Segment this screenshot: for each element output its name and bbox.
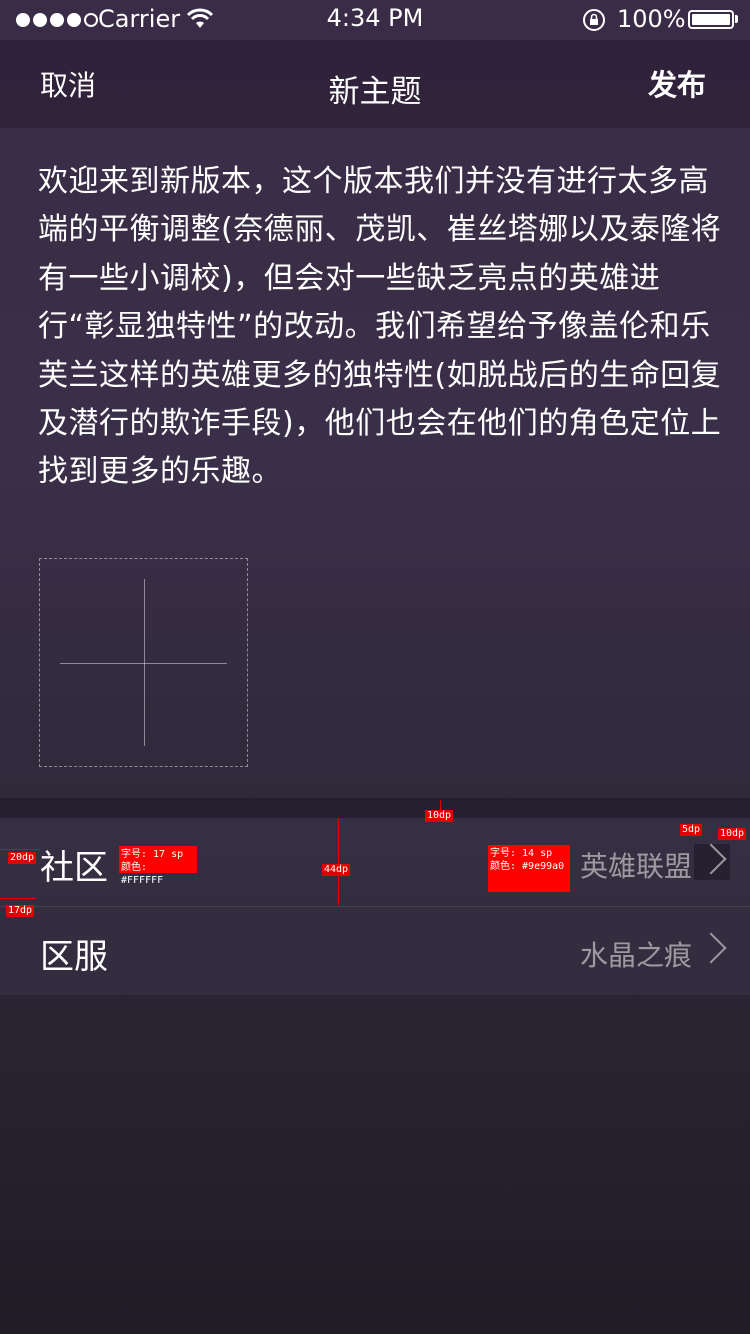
battery-icon xyxy=(688,10,734,29)
publish-button[interactable]: 发布 xyxy=(648,62,706,104)
annotation-value-color: 颜色: #9e99a0 xyxy=(490,861,565,872)
annotation-line xyxy=(0,849,40,850)
server-value: 水晶之痕 xyxy=(579,939,692,972)
annotation-label-color: 颜色: #FFFFFF xyxy=(121,862,164,886)
annotation-left-padding-bottom: 17dp xyxy=(6,905,35,917)
annotation-chevron-gap: 5dp xyxy=(680,824,703,836)
status-bar: Carrier 4:34 PM 100% xyxy=(0,0,750,40)
annotation-row-height: 44dp xyxy=(322,864,351,876)
page-title: 新主题 xyxy=(328,74,422,110)
server-row[interactable]: 区服 水晶之痕 xyxy=(0,907,750,995)
community-value: 英雄联盟 xyxy=(579,850,692,883)
annotation-label-spec: 字号: 17 sp 颜色: #FFFFFF xyxy=(119,846,197,886)
annotation-left-padding: 20dp xyxy=(8,852,37,864)
community-row[interactable]: 社区 英雄联盟 xyxy=(0,818,750,906)
section-gap xyxy=(0,798,750,818)
annotation-label-size: 字号: 17 sp xyxy=(121,849,184,860)
annotation-line xyxy=(0,898,36,899)
community-label: 社区 xyxy=(40,848,108,888)
add-image-button[interactable] xyxy=(39,558,248,767)
annotation-gap-top: 10dp xyxy=(425,810,454,822)
navigation-bar: 取消 新主题 发布 xyxy=(0,40,750,128)
annotation-right-padding: 10dp xyxy=(718,828,747,840)
battery-tip xyxy=(735,15,738,23)
post-body-text[interactable]: 欢迎来到新版本，这个版本我们并没有进行太多高端的平衡调整(奈德丽、茂凯、崔丝塔娜… xyxy=(38,158,728,497)
plus-icon-vertical xyxy=(144,579,145,746)
annotation-line xyxy=(338,818,339,906)
annotation-value-spec: 字号: 14 sp 颜色: #9e99a0 xyxy=(488,845,570,892)
battery-percent: 100% xyxy=(617,5,686,33)
chevron-right-icon xyxy=(695,932,727,964)
annotation-value-size: 字号: 14 sp xyxy=(490,848,553,859)
rotation-lock-icon xyxy=(583,9,605,31)
server-label: 区服 xyxy=(40,937,108,977)
